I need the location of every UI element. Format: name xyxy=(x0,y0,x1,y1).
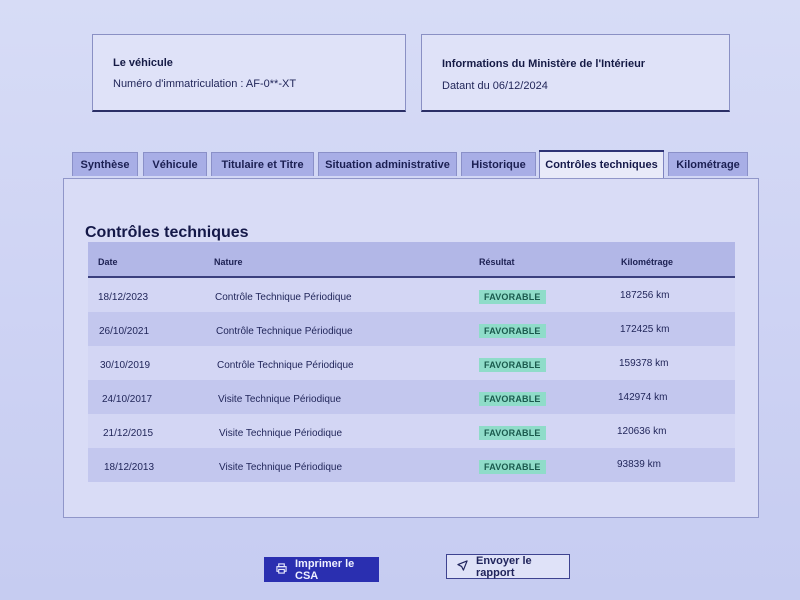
result-badge: FAVORABLE xyxy=(479,358,546,372)
row-date: 26/10/2021 xyxy=(99,326,150,337)
row-mileage: 120636 km xyxy=(617,426,667,437)
tab-kilometrage[interactable]: Kilométrage xyxy=(668,152,748,176)
tab-synthese[interactable]: Synthèse xyxy=(72,152,138,176)
row-nature: Visite Technique Périodique xyxy=(219,428,343,439)
table-header: Date Nature Résultat Kilométrage xyxy=(88,242,735,278)
tab-titulaire-titre[interactable]: Titulaire et Titre xyxy=(211,152,314,176)
inspections-table: Date Nature Résultat Kilométrage 18/12/2… xyxy=(88,242,735,482)
table-row: 24/10/2017 Visite Technique Périodique F… xyxy=(88,380,735,414)
row-date: 21/12/2015 xyxy=(103,428,154,439)
row-date: 18/12/2023 xyxy=(98,292,149,303)
result-badge: FAVORABLE xyxy=(479,324,546,338)
tab-situation-administrative[interactable]: Situation administrative xyxy=(318,152,457,176)
row-mileage: 172425 km xyxy=(620,324,670,335)
row-nature: Contrôle Technique Périodique xyxy=(217,360,354,371)
row-mileage: 187256 km xyxy=(620,290,670,301)
tab-controles-techniques[interactable]: Contrôles techniques xyxy=(539,150,664,178)
row-date: 18/12/2013 xyxy=(104,462,155,473)
vehicle-card-title: Le véhicule xyxy=(113,57,173,69)
result-badge: FAVORABLE xyxy=(479,392,546,406)
header-nature: Nature xyxy=(214,257,243,267)
table-row: 30/10/2019 Contrôle Technique Périodique… xyxy=(88,346,735,380)
table-row: 18/12/2013 Visite Technique Périodique F… xyxy=(88,448,735,482)
row-nature: Contrôle Technique Périodique xyxy=(215,292,352,303)
row-nature: Contrôle Technique Périodique xyxy=(216,326,353,337)
row-nature: Visite Technique Périodique xyxy=(218,394,342,405)
ministry-info-card: Informations du Ministère de l'Intérieur… xyxy=(421,34,730,112)
header-date: Date xyxy=(98,257,118,267)
row-nature: Visite Technique Périodique xyxy=(219,462,343,473)
header-result: Résultat xyxy=(479,257,515,267)
result-badge: FAVORABLE xyxy=(479,290,546,304)
ministry-info-date: Datant du 06/12/2024 xyxy=(442,80,548,92)
registration-number: Numéro d'immatriculation : AF-0**-XT xyxy=(113,78,297,90)
tab-historique[interactable]: Historique xyxy=(461,152,536,176)
printer-icon xyxy=(276,562,287,577)
send-button-label: Envoyer le rapport xyxy=(476,554,532,579)
row-date: 30/10/2019 xyxy=(100,360,151,371)
table-row: 26/10/2021 Contrôle Technique Périodique… xyxy=(88,312,735,346)
result-badge: FAVORABLE xyxy=(479,460,546,474)
vehicle-info-card: Le véhicule Numéro d'immatriculation : A… xyxy=(92,34,406,112)
row-mileage: 142974 km xyxy=(618,392,668,403)
print-csa-button[interactable]: Imprimer le CSA xyxy=(264,557,379,582)
print-button-label: Imprimer le CSA xyxy=(295,557,355,582)
tab-vehicule[interactable]: Véhicule xyxy=(143,152,207,176)
header-mileage: Kilométrage xyxy=(621,257,674,267)
result-badge: FAVORABLE xyxy=(479,426,546,440)
section-title: Contrôles techniques xyxy=(85,224,249,241)
send-report-button[interactable]: Envoyer le rapport xyxy=(446,554,570,579)
row-date: 24/10/2017 xyxy=(102,394,153,405)
row-mileage: 159378 km xyxy=(619,358,669,369)
ministry-card-title: Informations du Ministère de l'Intérieur xyxy=(442,58,646,70)
send-icon xyxy=(457,559,468,574)
row-mileage: 93839 km xyxy=(617,459,661,470)
table-row: 18/12/2023 Contrôle Technique Périodique… xyxy=(88,278,735,312)
table-row: 21/12/2015 Visite Technique Périodique F… xyxy=(88,414,735,448)
